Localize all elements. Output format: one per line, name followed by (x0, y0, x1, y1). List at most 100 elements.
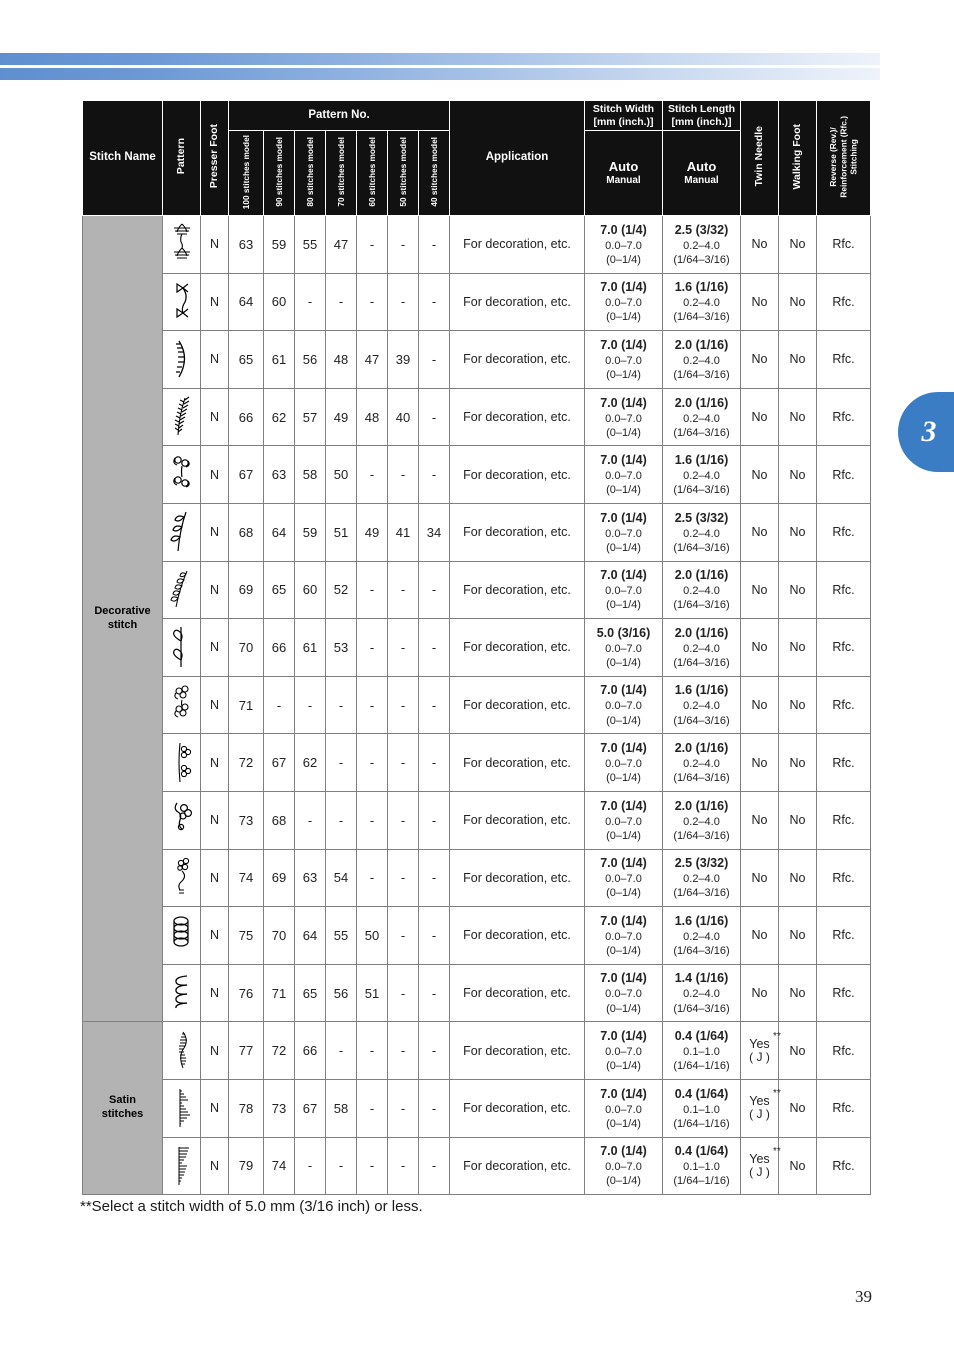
presser-foot-value: N (200, 618, 229, 677)
stitch-width-value: 7.0 (1/4) 0.0–7.0 (0–1/4) (584, 272, 663, 332)
header-model-40: 40 stitches model (418, 130, 450, 216)
application-value: For decoration, etc. (449, 1078, 585, 1138)
reverse-stitching-value: Rfc. (816, 560, 871, 620)
stitch-width-range-inch: (0–1/4) (606, 1117, 641, 1130)
pattern-number-value: - (294, 675, 326, 735)
header-walking-foot: Walking Foot (778, 100, 817, 216)
pattern-number-value: 48 (325, 330, 357, 389)
pattern-number-value: - (325, 675, 357, 735)
walking-foot-value: No (778, 215, 817, 274)
pattern-number-value: 62 (263, 387, 295, 447)
pattern-number-value: - (387, 790, 419, 850)
pattern-number-value: 66 (294, 1021, 326, 1080)
pattern-number-value: - (356, 272, 388, 332)
satin-fan-stitch-icon (162, 1136, 201, 1196)
twin-needle-value: No (740, 215, 779, 274)
twin-needle-value: No (740, 963, 779, 1023)
presser-foot-value: N (200, 330, 229, 389)
reverse-stitching-value: Rfc. (816, 1021, 871, 1080)
pattern-number-value: 73 (263, 1078, 295, 1138)
chapter-tab-number: 3 (921, 415, 937, 448)
table-row: N 72 67 62- - - - For decoration, etc. 7.0 (1/4)… (83, 733, 871, 792)
pattern-number-value: - (356, 1136, 388, 1196)
header-model-50: 50 stitches model (387, 130, 419, 216)
pattern-number-value: 64 (228, 272, 264, 332)
stitch-length-range-mm: 0.2–4.0 (683, 239, 720, 252)
application-value: For decoration, etc. (449, 848, 585, 908)
stitch-length-range-mm: 0.2–4.0 (683, 988, 720, 1001)
stitch-width-auto: 7.0 (1/4) (600, 741, 647, 756)
pattern-number-value: 49 (356, 502, 388, 562)
stitch-length-range-mm: 0.2–4.0 (683, 758, 720, 771)
pattern-number-value: 70 (228, 618, 264, 677)
stitch-width-range-inch: (0–1/4) (606, 1060, 641, 1073)
header-twin-needle: Twin Needle (740, 100, 779, 216)
table-row: N 66 62 57 49 48 40- For decoration, etc. 7.0 (1… (83, 387, 871, 447)
group-label-line1: Decorative (94, 604, 151, 617)
pattern-number-value: 49 (325, 387, 357, 447)
application-value: For decoration, etc. (449, 445, 585, 504)
stitch-length-value: 2.0 (1/16) 0.2–4.0 (1/64–3/16) (662, 733, 741, 792)
stitch-length-range-mm: 0.2–4.0 (683, 412, 720, 425)
header-pattern: Pattern (162, 100, 201, 216)
application-value: For decoration, etc. (449, 502, 585, 562)
pattern-number-value: 48 (356, 387, 388, 447)
stitch-width-range-mm: 0.0–7.0 (605, 1161, 642, 1174)
stitch-width-range-inch: (0–1/4) (606, 829, 641, 842)
twin-needle-value: No (740, 272, 779, 332)
stitch-width-auto: 5.0 (3/16) (596, 625, 651, 640)
header-model-90: 90 stitches model (263, 130, 295, 216)
stitch-length-auto: 2.5 (3/32) (674, 856, 729, 871)
pattern-number-value: 62 (294, 733, 326, 792)
pattern-number-value: - (387, 1078, 419, 1138)
stitch-width-range-inch: (0–1/4) (606, 714, 641, 727)
stitch-length-range-inch: (1/64–3/16) (673, 368, 730, 381)
pattern-number-value: - (294, 1136, 326, 1196)
pattern-number-value: - (356, 1078, 388, 1138)
stitch-length-range-inch: (1/64–3/16) (673, 426, 730, 439)
header-model-60: 60 stitches model (356, 130, 388, 216)
table-body: Decorative stitch N 63 59 55 47- - - For decorati… (82, 214, 871, 1196)
stitch-length-range-mm: 0.2–4.0 (683, 815, 720, 828)
satin-triangle-stitch-icon (162, 1078, 201, 1138)
header-width-auto-manual: Auto Manual (584, 130, 663, 216)
twin-needle-value: No (740, 906, 779, 965)
stitch-length-range-mm: 0.2–4.0 (683, 470, 720, 483)
stitch-length-value: 1.6 (1/16) 0.2–4.0 (1/64–3/16) (662, 675, 741, 735)
stitch-width-value: 7.0 (1/4) 0.0–7.0 (0–1/4) (584, 675, 663, 735)
flower-stem-stitch-icon (162, 848, 201, 908)
stitch-length-value: 2.0 (1/16) 0.2–4.0 (1/64–3/16) (662, 618, 741, 677)
header-reverse-reinforcement-stitching: Reverse (Rev.)/ Reinforcement (Rfc.) Sti… (816, 100, 871, 216)
stitch-width-auto: 7.0 (1/4) (600, 1144, 647, 1159)
stitch-length-auto: 2.0 (1/16) (674, 395, 729, 410)
header-decorative-bar-bottom (0, 68, 880, 80)
stitch-length-range-inch: (1/64–3/16) (673, 944, 730, 957)
pattern-number-value: 70 (263, 906, 295, 965)
presser-foot-value: N (200, 906, 229, 965)
pattern-number-value: - (387, 675, 419, 735)
pattern-number-value: 72 (263, 1021, 295, 1080)
stitch-length-range-mm: 0.2–4.0 (683, 527, 720, 540)
stitch-width-value: 7.0 (1/4) 0.0–7.0 (0–1/4) (584, 963, 663, 1023)
table-row: N 78 73 67 58- - - For decoration, etc. 7.0 (1/4… (83, 1078, 871, 1138)
application-value: For decoration, etc. (449, 906, 585, 965)
stitch-width-auto: 7.0 (1/4) (600, 856, 647, 871)
application-value: For decoration, etc. (449, 1021, 585, 1080)
pattern-number-value: - (418, 1136, 450, 1196)
table-row: N 75 70 64 55 50- - For decoration, etc. 7.0 (1/… (83, 906, 871, 965)
pattern-number-value: 47 (356, 330, 388, 389)
stitch-width-auto: 7.0 (1/4) (600, 395, 647, 410)
table-row: N 79 74- - - - - For decoration, etc. 7.0 (1/4) 0… (83, 1136, 871, 1196)
group-label-line2: stitches (101, 1108, 144, 1121)
group-label-line1: Satin (109, 1094, 136, 1107)
twin-needle-value: No (740, 330, 779, 389)
pattern-number-value: 51 (356, 963, 388, 1023)
pattern-number-value: 63 (294, 848, 326, 908)
pattern-number-value: - (418, 215, 450, 274)
stitch-length-auto: 2.0 (1/16) (674, 568, 729, 583)
pattern-number-value: - (356, 733, 388, 792)
stitch-width-auto: 7.0 (1/4) (600, 280, 647, 295)
stitch-width-value: 7.0 (1/4) 0.0–7.0 (0–1/4) (584, 330, 663, 389)
stitch-width-range-mm: 0.0–7.0 (605, 354, 642, 367)
pattern-number-value: - (356, 1021, 388, 1080)
